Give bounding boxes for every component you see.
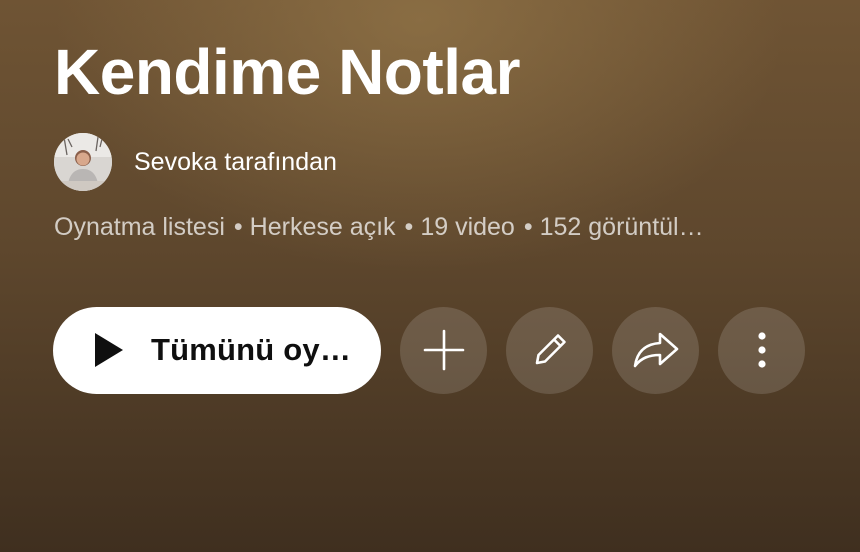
- more-vertical-icon: [756, 330, 768, 370]
- pencil-icon: [527, 327, 573, 373]
- owner-avatar[interactable]: [54, 133, 112, 191]
- play-icon: [93, 332, 125, 368]
- action-bar: Tümünü oy…: [53, 306, 805, 394]
- share-button[interactable]: [612, 306, 699, 394]
- playlist-header: Kendime Notlar Sevoka tarafından Oynatma…: [54, 32, 834, 243]
- playlist-meta: Oynatma listesi • Herkese açık • 19 video • 15…: [54, 211, 794, 243]
- playlist-type: Oynatma listesi: [54, 213, 225, 241]
- play-all-label: Tümünü oy…: [151, 332, 352, 367]
- avatar-image: [54, 133, 112, 191]
- playlist-visibility: Herkese açık: [249, 213, 396, 241]
- more-options-button[interactable]: [718, 306, 805, 394]
- separator-dot: •: [404, 213, 414, 241]
- play-all-button[interactable]: Tümünü oy…: [53, 306, 381, 394]
- edit-button[interactable]: [506, 306, 593, 394]
- share-icon: [631, 328, 681, 372]
- owner-row[interactable]: Sevoka tarafından: [54, 132, 834, 192]
- playlist-title: Kendime Notlar: [54, 36, 520, 108]
- view-count: 152 görüntül…: [539, 213, 704, 241]
- separator-dot: •: [523, 213, 533, 241]
- add-to-playlist-button[interactable]: [400, 306, 487, 394]
- separator-dot: •: [233, 213, 243, 241]
- video-count: 19 video: [420, 213, 515, 241]
- plus-icon: [422, 328, 466, 372]
- owner-name[interactable]: Sevoka tarafından: [134, 147, 337, 177]
